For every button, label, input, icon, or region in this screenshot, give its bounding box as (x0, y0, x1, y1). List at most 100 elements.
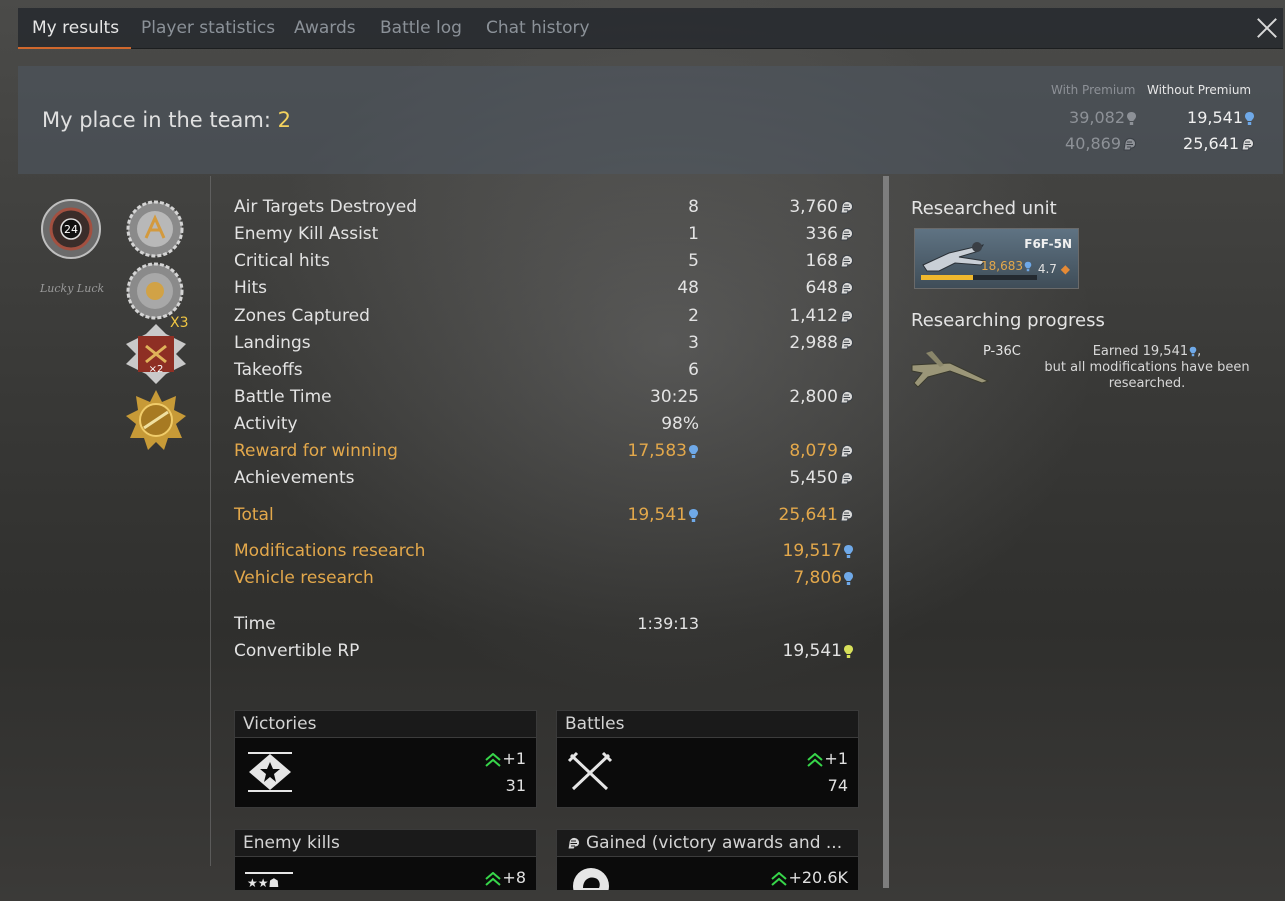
streak-medal-icon[interactable]: 24 (40, 198, 102, 260)
card-delta-value: +1 (502, 749, 526, 768)
stat-sl-value: 5,450 (789, 468, 838, 488)
tab-awards[interactable]: Awards (294, 18, 356, 38)
research-rp-value: 7,806 (793, 568, 842, 588)
card-delta: +20.6K (769, 868, 848, 887)
stat-label: Activity (234, 414, 298, 434)
silver-lion-icon (840, 336, 854, 349)
convertible-rp-value: 19,541 (782, 641, 842, 661)
stat-count: 8 (688, 197, 699, 217)
total-label: Total (234, 505, 274, 525)
card-delta-value: +1 (824, 749, 848, 768)
up-arrow-icon (485, 752, 502, 767)
close-icon[interactable] (1255, 16, 1279, 40)
stat-sl-value: 648 (805, 278, 838, 298)
modifications-note: but all modifications have been research… (1044, 360, 1250, 391)
time-label: Time (234, 614, 276, 634)
research-point-icon (689, 444, 698, 458)
stat-label: Air Targets Destroyed (234, 197, 417, 217)
stat-silver-lions: 336 (806, 224, 854, 244)
total-sl: 25,641 (779, 505, 854, 525)
multiplier-medal-icon[interactable]: ×2 (124, 322, 188, 386)
svg-text:★★☗: ★★☗ (247, 876, 279, 888)
stat-sl-value: 1,412 (789, 306, 838, 326)
stat-silver-lions: 5,450 (789, 468, 854, 488)
stat-silver-lions: 2,988 (789, 333, 854, 353)
convertible-rp-icon (844, 644, 853, 658)
without-premium-sl-value: 25,641 (1183, 134, 1239, 153)
research-point-icon (1024, 261, 1032, 272)
awards-column: 24 Lucky Luck ×2 X3 (18, 176, 211, 866)
lion-emblem-icon (573, 868, 609, 890)
card-delta: +1 (483, 749, 526, 768)
stat-sl-value: 2,988 (789, 333, 838, 353)
card-title: Enemy kills (235, 830, 536, 857)
silver-lion-icon (840, 390, 854, 403)
research-point-icon (689, 508, 698, 522)
tab-player-statistics[interactable]: Player statistics (141, 18, 275, 38)
aircraft-icon (922, 242, 987, 272)
researching-note: Earned 19,541, but all modifications hav… (1040, 344, 1254, 392)
silver-lion-icon (840, 281, 854, 294)
wreath-medal-icon[interactable] (126, 262, 184, 320)
convertible-label: Convertible RP (234, 641, 360, 661)
research-progress-fill (921, 275, 974, 280)
gained-card: Gained (victory awards and ... +20.6K (556, 829, 859, 890)
stat-label: Landings (234, 333, 311, 353)
research-rp-value: 19,517 (782, 541, 842, 561)
earned-comma: , (1197, 344, 1202, 359)
card-delta-value: +8 (502, 868, 526, 887)
research-point-icon (844, 544, 853, 558)
with-premium-label: With Premium (1051, 83, 1136, 97)
p36c-aircraft-icon (911, 351, 990, 388)
gold-star-medal-icon[interactable] (124, 388, 188, 452)
up-arrow-icon (485, 871, 502, 886)
stat-rp: 17,583 (628, 441, 699, 461)
with-premium-rp: 39,082 (1069, 108, 1137, 127)
kill-stars-icon: ★★☗ (245, 872, 293, 888)
silver-lion-icon (840, 200, 854, 213)
silver-lion-icon (840, 471, 854, 484)
researched-unit-card[interactable]: F6F-5N 18,683 4.7 ◆ (914, 228, 1079, 289)
signature-text: Lucky Luck (40, 282, 105, 295)
researched-unit-title: Researched unit (911, 198, 1057, 219)
stat-count: 6 (688, 360, 699, 380)
stat-label: Reward for winning (234, 441, 398, 461)
stat-silver-lions: 2,800 (789, 387, 854, 407)
stat-row-zones-captured: Zones Captured 2 1,412 (234, 306, 859, 330)
researching-progress-title: Researching progress (911, 310, 1105, 331)
time-value: 1:39:13 (637, 614, 699, 633)
convertible-value: 19,541 (783, 641, 854, 661)
tab-battle-log[interactable]: Battle log (380, 18, 462, 38)
up-arrow-icon (771, 871, 788, 886)
silver-lion-icon (1241, 137, 1255, 151)
tab-chat-history[interactable]: Chat history (486, 18, 590, 38)
unit-name: F6F-5N (1024, 237, 1072, 251)
without-premium-rp-value: 19,541 (1187, 108, 1243, 127)
silver-medal-icon[interactable] (126, 200, 184, 258)
crossed-swords-icon (567, 751, 613, 791)
card-delta: +1 (805, 749, 848, 768)
research-rp: 19,517 (783, 541, 854, 561)
stat-row-kill-assist: Enemy Kill Assist 1 336 (234, 224, 859, 248)
stat-silver-lions: 3,760 (789, 197, 854, 217)
silver-lion-icon (840, 309, 854, 322)
card-total: 31 (505, 776, 526, 795)
stat-count: 1 (688, 224, 699, 244)
without-premium-label: Without Premium (1147, 83, 1252, 97)
total-rp: 19,541 (628, 505, 699, 525)
silver-lion-icon (567, 836, 581, 849)
stat-sl-value: 8,079 (789, 441, 838, 461)
stat-row-hits: Hits 48 648 (234, 278, 859, 302)
tab-my-results[interactable]: My results (17, 18, 132, 49)
card-total: 74 (827, 776, 848, 795)
multiplier-label: X3 (170, 315, 189, 331)
stat-row-total: Total 19,541 25,641 (234, 505, 859, 529)
research-point-icon (1127, 112, 1136, 125)
stat-row-time: Time 1:39:13 (234, 614, 859, 638)
battle-rating-value: 4.7 (1037, 262, 1057, 276)
stat-label: Critical hits (234, 251, 330, 271)
team-place-value: 2 (277, 108, 291, 132)
without-premium-sl: 25,641 (1183, 134, 1255, 153)
stat-sl-value: 336 (805, 224, 838, 244)
scrollbar[interactable] (883, 176, 889, 888)
